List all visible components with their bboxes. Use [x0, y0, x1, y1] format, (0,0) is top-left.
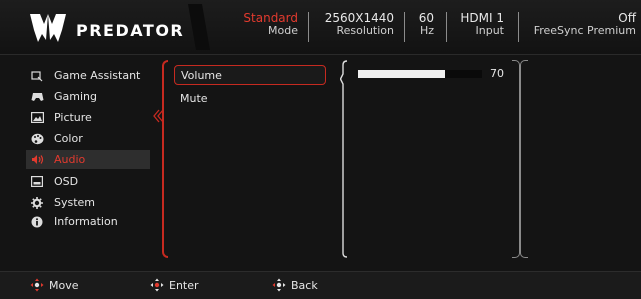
- info-icon: [30, 215, 44, 229]
- status-resolution: 2560X1440 Resolution: [312, 12, 394, 37]
- header-bar: PREDATOR Standard Mode 2560X1440 Resolut…: [0, 0, 641, 55]
- palette-icon: [30, 132, 44, 146]
- move-joystick-icon: [30, 278, 44, 292]
- status-resolution-label: Resolution: [336, 24, 394, 37]
- header-divider-icon: [188, 4, 210, 50]
- menu-item-information[interactable]: Information: [26, 212, 150, 231]
- osd-icon: [30, 175, 44, 189]
- chevron-left-icon: [153, 109, 164, 123]
- volume-slider-fill: [358, 70, 445, 78]
- status-input: HDMI 1 Input: [452, 12, 504, 37]
- speaker-icon: [30, 153, 44, 167]
- footer-move: Move: [30, 278, 79, 292]
- footer-back: Back: [272, 278, 318, 292]
- gamepad-icon: [30, 90, 44, 104]
- option-mute[interactable]: Mute: [174, 88, 326, 108]
- status-freesync: Off FreeSync Premium: [522, 12, 636, 37]
- picture-icon: [30, 111, 44, 125]
- menu-item-system[interactable]: System: [26, 193, 150, 212]
- menu-item-label: Color: [54, 132, 83, 145]
- submenu-bracket: [162, 60, 168, 258]
- footer-back-label: Back: [291, 278, 318, 292]
- menu-item-color[interactable]: Color: [26, 129, 150, 148]
- brand-name: PREDATOR: [76, 21, 185, 40]
- volume-value: 70: [490, 67, 504, 80]
- status-divider: [404, 12, 405, 42]
- footer-move-label: Move: [49, 278, 79, 292]
- menu-item-game-assistant[interactable]: Game Assistant: [26, 66, 150, 85]
- menu-item-picture[interactable]: Picture: [26, 108, 150, 127]
- game-assistant-icon: [30, 69, 44, 83]
- status-divider: [308, 12, 309, 42]
- menu-item-gaming[interactable]: Gaming: [26, 87, 150, 106]
- predator-logo-icon: [28, 12, 68, 44]
- status-refresh-label: Hz: [419, 24, 434, 37]
- menu-item-label: Picture: [54, 111, 92, 124]
- menu-item-label: Audio: [54, 153, 86, 166]
- option-volume[interactable]: Volume: [174, 65, 326, 85]
- menu-item-label: Gaming: [54, 90, 97, 103]
- back-joystick-icon: [272, 278, 286, 292]
- main-menu: Game Assistant Gaming Picture Color Audi…: [0, 55, 160, 261]
- footer-enter: Enter: [150, 278, 199, 292]
- menu-item-osd[interactable]: OSD: [26, 172, 150, 191]
- panel-divider: [520, 60, 528, 258]
- menu-item-label: Game Assistant: [54, 69, 141, 82]
- enter-joystick-icon: [150, 278, 164, 292]
- gear-icon: [30, 196, 44, 210]
- menu-item-label: OSD: [54, 175, 79, 188]
- status-mode: Standard Mode: [232, 12, 298, 37]
- value-panel-bracket: [340, 60, 348, 258]
- status-input-label: Input: [475, 24, 504, 37]
- menu-item-label: Information: [54, 215, 118, 228]
- panel-divider: [512, 60, 520, 258]
- footer-bar: Move Enter Back: [0, 271, 641, 299]
- footer-enter-label: Enter: [169, 278, 199, 292]
- status-freesync-label: FreeSync Premium: [533, 24, 636, 37]
- option-volume-label: Volume: [181, 68, 222, 82]
- menu-item-audio[interactable]: Audio: [26, 150, 150, 169]
- status-divider: [518, 12, 519, 42]
- option-mute-label: Mute: [180, 91, 208, 105]
- volume-slider[interactable]: [358, 70, 482, 78]
- status-divider: [446, 12, 447, 42]
- status-refresh: 60 Hz: [408, 12, 434, 37]
- menu-item-label: System: [54, 196, 96, 209]
- status-mode-label: Mode: [268, 24, 298, 37]
